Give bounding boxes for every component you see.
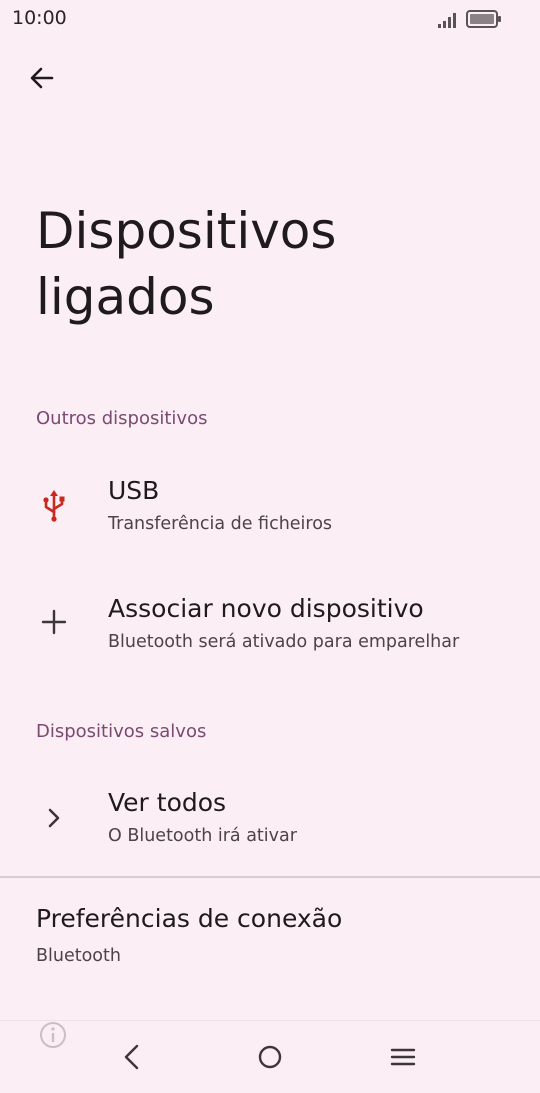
- usb-subtitle: Transferência de ficheiros: [108, 514, 333, 534]
- nav-home-icon[interactable]: [252, 1039, 288, 1075]
- connection-preferences-title: Preferências de conexão: [36, 904, 343, 933]
- section-header-saved-devices: Dispositivos salvos: [36, 721, 207, 742]
- see-all-subtitle: O Bluetooth irá ativar: [108, 826, 297, 846]
- section-header-other-devices: Outros dispositivos: [36, 408, 208, 429]
- signal-icon: [438, 13, 456, 28]
- usb-icon: [43, 490, 65, 522]
- chevron-right-icon: [48, 808, 60, 828]
- see-all-title: Ver todos: [108, 788, 227, 817]
- battery-icon: [466, 10, 501, 28]
- list-item-see-all[interactable]: Ver todos O Bluetooth irá ativar: [0, 778, 540, 874]
- divider: [0, 876, 540, 878]
- plus-icon: [41, 609, 67, 635]
- info-icon: [40, 1022, 66, 1048]
- pair-title: Associar novo dispositivo: [108, 594, 424, 623]
- navigation-bar: [0, 1020, 540, 1093]
- list-item-pair-new-device[interactable]: Associar novo dispositivo Bluetooth será…: [0, 584, 540, 680]
- pair-subtitle: Bluetooth será ativado para emparelhar: [108, 632, 460, 652]
- nav-back-icon[interactable]: [114, 1039, 150, 1075]
- usb-title: USB: [108, 476, 160, 505]
- page-title: Dispositivos ligados: [36, 202, 337, 326]
- status-time: 10:00: [12, 7, 67, 29]
- status-bar: 10:00: [0, 0, 540, 40]
- back-arrow-icon[interactable]: [26, 62, 58, 94]
- nav-menu-icon[interactable]: [385, 1039, 421, 1075]
- list-item-usb[interactable]: USB Transferência de ficheiros: [0, 466, 540, 562]
- connection-preferences-subtitle: Bluetooth: [36, 946, 121, 966]
